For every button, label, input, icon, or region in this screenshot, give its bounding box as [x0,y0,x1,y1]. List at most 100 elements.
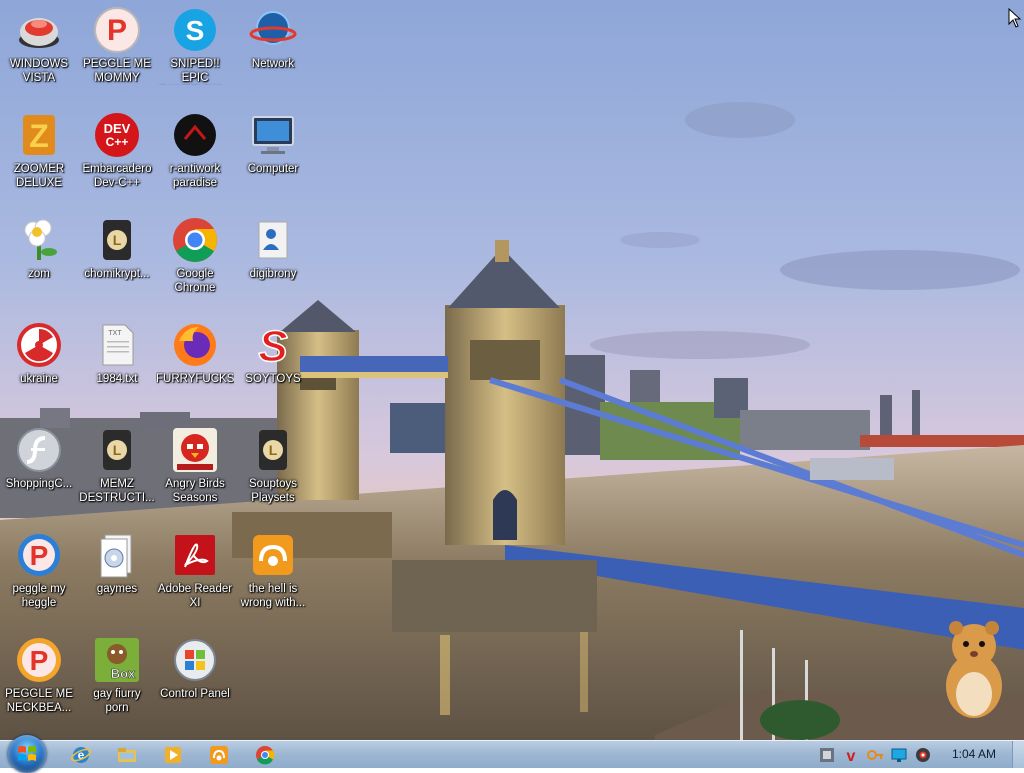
desktop-icon-zoomer-deluxe[interactable]: Z ZOOMER DELUXE [0,107,78,207]
launcher-icon: L [93,216,141,264]
taskbar-uc-browser[interactable] [208,744,230,766]
desktop-icon-peggle-me-neckbea[interactable]: P PEGGLE ME NECKBEA... [0,632,78,732]
desktop-icon-shoppingc[interactable]: ShoppingC... [0,422,78,522]
peggle-icon: P [15,636,63,684]
desktop-icon-label: ukraine [20,373,58,385]
devcpp-icon: DEV C++ [93,111,141,159]
vista-orb-icon [15,6,63,54]
tray-volume[interactable] [914,746,932,764]
desktop-icon-devcpp[interactable]: DEV C++ Embarcadero Dev-C++ [78,107,156,207]
tray-app-icon[interactable] [818,746,836,764]
taskbar-clock[interactable]: 1:04 AM [946,747,1002,761]
desktop-icon-label: digibrony [249,268,297,280]
chrome-icon [256,746,275,765]
desktop-icon-memz[interactable]: L MEMZ DESTRUCTI... [78,422,156,522]
taskbar-file-explorer[interactable] [116,744,138,766]
mouse-cursor [1008,7,1022,33]
desktop-icon-label: FURRYFUCKS [156,373,234,385]
bonzi-box-icon: Box [93,636,141,684]
firefox-icon [171,321,219,369]
svg-text:v: v [847,748,856,764]
app-icon [820,748,834,762]
desktop-icon-network[interactable]: Network [234,2,312,102]
desktop-icon-gay-fiurry-porn[interactable]: Box gay fiurry porn [78,632,156,732]
desktop-icon-label: peggle my heggle [12,583,66,609]
flower-icon [15,216,63,264]
svg-text:L: L [269,442,278,458]
desktop-icon-gaymes[interactable]: gaymes [78,527,156,627]
media-file-icon [93,531,141,579]
show-desktop-button[interactable] [1012,741,1024,768]
desktop-icon-furryfucks[interactable]: FURRYFUCKS [156,317,234,417]
svg-text:S: S [258,322,287,369]
taskbar-chrome[interactable] [254,744,276,766]
desktop-icon-label: gay fiurry porn [93,688,141,714]
svg-text:L: L [113,232,122,248]
uc-browser-icon [249,531,297,579]
tray-key[interactable] [866,746,884,764]
desktop-icon-label: Souptoys Playsets [249,478,297,504]
desktop-hamster-pet[interactable] [940,616,1008,720]
control-panel-icon [171,636,219,684]
desktop-icon-windows-vista[interactable]: WINDOWS VISTA [0,2,78,102]
tray-display[interactable] [890,746,908,764]
desktop-icon-angry-birds-seasons[interactable]: Angry Birds Seasons [156,422,234,522]
peggle-icon: P [15,531,63,579]
taskbar-media-player[interactable] [162,744,184,766]
desktop-icon-zom[interactable]: zom [0,212,78,312]
v-antivirus-icon: v [847,748,856,764]
adobe-reader-icon [171,531,219,579]
media-player-icon [165,747,181,763]
uc-browser-icon [210,746,228,764]
desktop-icon-1984-txt[interactable]: TXT 1984.txt [78,317,156,417]
desktop-icon-digibrony[interactable]: digibrony [234,212,312,312]
launcher-icon: L [93,426,141,474]
user-folder-icon [249,216,297,264]
desktop-icon-souptoys-playsets[interactable]: L Souptoys Playsets [234,422,312,522]
desktop-icon-control-panel[interactable]: Control Panel [156,632,234,732]
desktop-icon-label: SOYTOYS [245,373,301,385]
desktop-icon-label: Adobe Reader XI [157,583,233,609]
desktop-icon-adobe-reader[interactable]: Adobe Reader XI [156,527,234,627]
taskbar-internet-explorer[interactable]: e [70,744,92,766]
desktop-icon-sniped[interactable]: S SNIPED!! EPIC GAMER 360... [156,2,234,102]
svg-text:Box: Box [111,666,136,681]
desktop-icon-label: chomikrypt... [84,268,150,280]
folder-icon [118,748,136,762]
zuma-icon: Z [15,111,63,159]
desktop-icon-label: Control Panel [160,688,230,700]
desktop-icon-label: Embarcadero Dev-C++ [82,163,152,189]
svg-text:TXT: TXT [108,330,122,337]
desktop-icon-peggle-my-heggle[interactable]: P peggle my heggle [0,527,78,627]
chrome-icon [171,216,219,264]
desktop-icon-the-hell-is-wrong[interactable]: the hell is wrong with... [234,527,312,627]
svg-text:S: S [186,15,205,46]
desktop-icon-label: PEGGLE ME NECKBEA... [5,688,73,714]
radiation-icon [15,321,63,369]
desktop-icon-label: Angry Birds Seasons [165,478,225,504]
desktop-icon-label: gaymes [96,583,138,595]
desktop-icon-label: 1984.txt [96,373,138,385]
desktop-icon-label: r-antiwork paradise [169,163,221,189]
desktop-icon-computer[interactable]: Computer [234,107,312,207]
desktop-icon-label: SNIPED!! EPIC GAMER 360... [170,58,220,84]
desktop-icon-peggle-me-mommy[interactable]: P PEGGLE ME MOMMY [78,2,156,102]
peggle-icon: P [93,6,141,54]
desktop-icon-label: Google Chrome [174,268,216,294]
svg-text:P: P [30,645,49,676]
desktop-icon-chomikrypt[interactable]: L chomikrypt... [78,212,156,312]
s-logo-icon: S [249,321,297,369]
taskbar: e v 1:04 AM [0,735,1024,773]
svg-text:C++: C++ [106,135,129,149]
tray-antivirus[interactable]: v [842,746,860,764]
desktop-icon-label: WINDOWS VISTA [9,58,69,84]
svg-text:L: L [113,442,122,458]
desktop-icon-r-antiwork[interactable]: r-antiwork paradise [156,107,234,207]
desktop-icon-ukraine[interactable]: ukraine [0,317,78,417]
svg-text:DEV: DEV [104,121,131,136]
desktop-icon-google-chrome[interactable]: Google Chrome [156,212,234,312]
svg-text:Z: Z [29,118,49,154]
desktop-icon-soytoys[interactable]: S SOYTOYS [234,317,312,417]
start-button[interactable] [8,735,46,773]
network-icon [249,6,297,54]
